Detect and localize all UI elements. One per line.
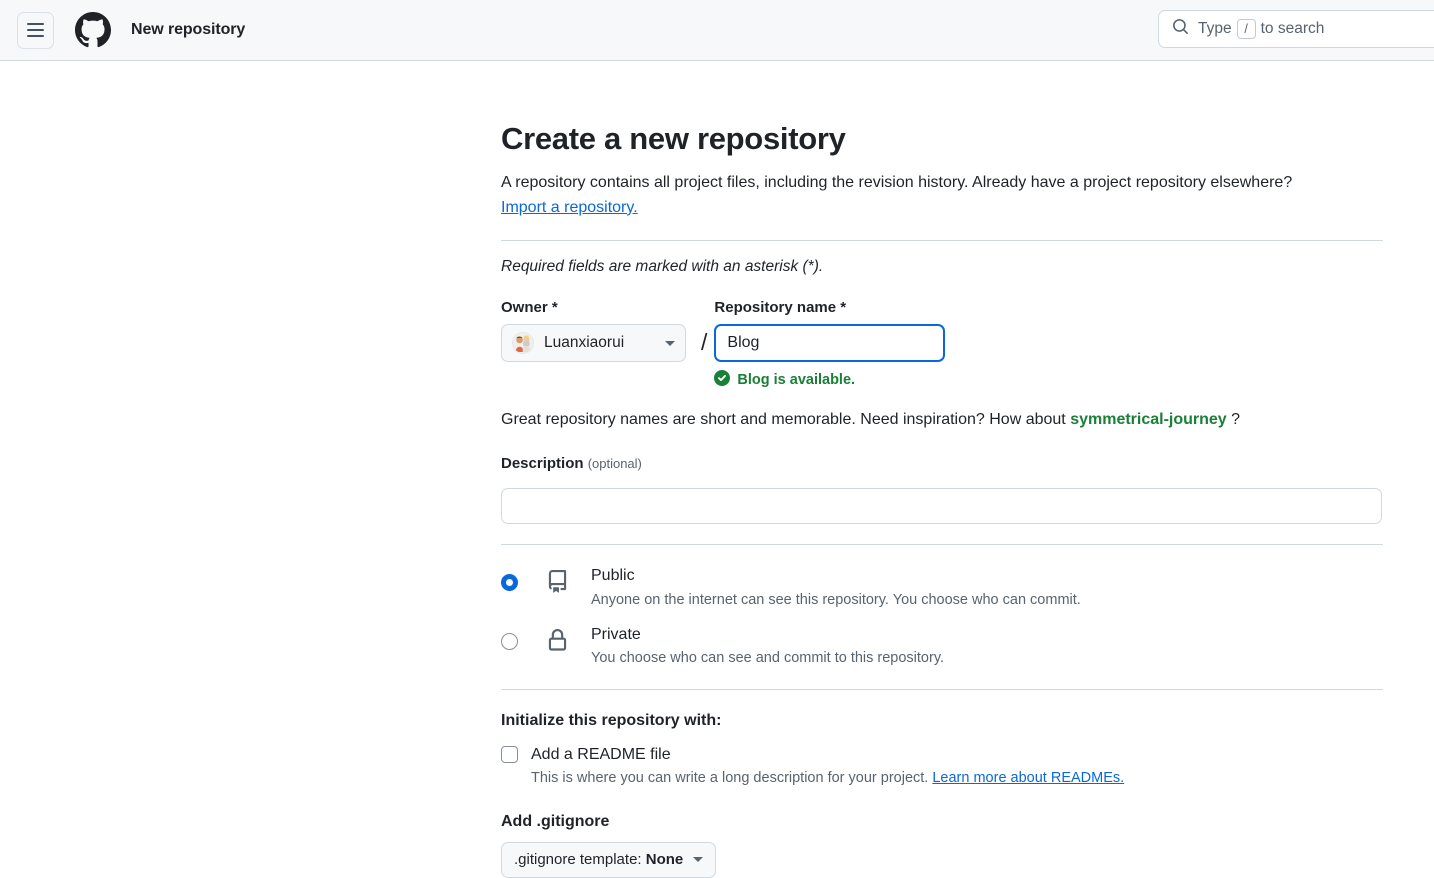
repo-book-icon xyxy=(545,570,569,593)
divider-top xyxy=(501,240,1383,242)
readme-checkbox[interactable] xyxy=(501,746,518,764)
check-circle-icon xyxy=(714,370,731,390)
form-subtitle-text: A repository contains all project files,… xyxy=(501,173,1293,191)
github-logo-icon[interactable] xyxy=(71,8,115,52)
readme-description-text: This is where you can write a long descr… xyxy=(531,769,929,786)
private-description: You choose who can see and commit to thi… xyxy=(591,649,945,666)
search-bar[interactable]: Type / to search xyxy=(1158,10,1434,48)
availability-text: Blog is available. xyxy=(737,372,856,389)
search-placeholder-prefix: Type xyxy=(1198,20,1232,37)
readme-checkbox-row[interactable]: Add a README file xyxy=(501,746,1383,764)
app-header: New repository Type / to search xyxy=(0,0,1434,61)
readme-label: Add a README file xyxy=(531,745,671,763)
search-placeholder: Type / to search xyxy=(1198,19,1324,39)
chevron-down-icon xyxy=(693,857,704,863)
hamburger-menu-icon xyxy=(27,35,44,37)
gitignore-section-title: Add .gitignore xyxy=(501,812,610,830)
gitignore-button-value: None xyxy=(645,851,684,869)
owner-field-group: Owner * Luanxiaorui xyxy=(501,299,701,363)
owner-name-value: Luanxiaorui xyxy=(544,334,625,352)
gitignore-template-button[interactable]: .gitignore template: None xyxy=(501,841,717,878)
owner-name-separator: / xyxy=(701,329,708,356)
divider-initialize xyxy=(501,688,1383,690)
gitignore-button-prefix: .gitignore template: xyxy=(514,851,642,869)
owner-and-name-row: Owner * Luanxiaorui / Repository name * … xyxy=(501,299,1383,390)
new-repository-form: Create a new repository A repository con… xyxy=(501,61,1383,878)
description-optional-tag: (optional) xyxy=(587,456,642,472)
form-heading: Create a new repository xyxy=(501,121,846,156)
owner-label: Owner * xyxy=(501,299,558,317)
repository-name-field-group: Repository name * Blog is available. xyxy=(714,299,946,390)
public-description: Anyone on the internet can see this repo… xyxy=(591,591,1081,608)
inspiration-prefix: Great repository names are short and mem… xyxy=(501,411,1066,429)
import-repository-link[interactable]: Import a repository. xyxy=(501,199,638,216)
search-icon xyxy=(1172,18,1189,40)
repository-name-availability: Blog is available. xyxy=(714,370,945,390)
public-title: Public xyxy=(591,567,635,585)
private-title: Private xyxy=(591,625,641,643)
suggested-repository-name[interactable]: symmetrical-journey xyxy=(1070,411,1227,428)
description-label: Description (optional) xyxy=(501,455,1383,472)
chevron-down-icon xyxy=(665,340,675,346)
public-option-text: Public Anyone on the internet can see th… xyxy=(591,564,1081,610)
public-radio[interactable] xyxy=(501,574,518,592)
visibility-options: Public Anyone on the internet can see th… xyxy=(501,564,1383,668)
description-label-text: Description xyxy=(501,455,584,473)
user-avatar xyxy=(512,332,534,355)
hamburger-menu-button[interactable] xyxy=(17,11,54,49)
required-fields-note: Required fields are marked with an aster… xyxy=(501,258,824,276)
search-placeholder-suffix: to search xyxy=(1260,20,1325,37)
repository-name-input[interactable] xyxy=(714,324,946,363)
hamburger-menu-icon xyxy=(27,29,44,31)
visibility-option-private[interactable]: Private You choose who can see and commi… xyxy=(501,623,1383,669)
visibility-option-public[interactable]: Public Anyone on the internet can see th… xyxy=(501,564,1383,610)
search-slash-key-icon: / xyxy=(1236,19,1256,39)
gitignore-button-label: .gitignore template: None xyxy=(514,851,683,868)
hamburger-menu-icon xyxy=(27,23,44,25)
readme-learn-more-link[interactable]: Learn more about READMEs. xyxy=(932,770,1124,786)
repository-name-label: Repository name * xyxy=(714,299,847,317)
divider-visibility xyxy=(501,544,1383,546)
page-title: New repository xyxy=(131,21,246,38)
initialize-section-title: Initialize this repository with: xyxy=(501,711,722,729)
name-inspiration-hint: Great repository names are short and mem… xyxy=(501,411,1383,429)
private-option-text: Private You choose who can see and commi… xyxy=(591,623,944,669)
inspiration-suffix: ? xyxy=(1231,411,1241,429)
description-input[interactable] xyxy=(501,488,1382,525)
lock-icon xyxy=(545,628,569,652)
private-radio[interactable] xyxy=(501,632,518,650)
form-subtitle: A repository contains all project files,… xyxy=(501,171,1383,221)
owner-select-button[interactable]: Luanxiaorui xyxy=(501,324,686,363)
description-field-group: Description (optional) xyxy=(501,455,1383,525)
readme-description: This is where you can write a long descr… xyxy=(531,770,1383,786)
